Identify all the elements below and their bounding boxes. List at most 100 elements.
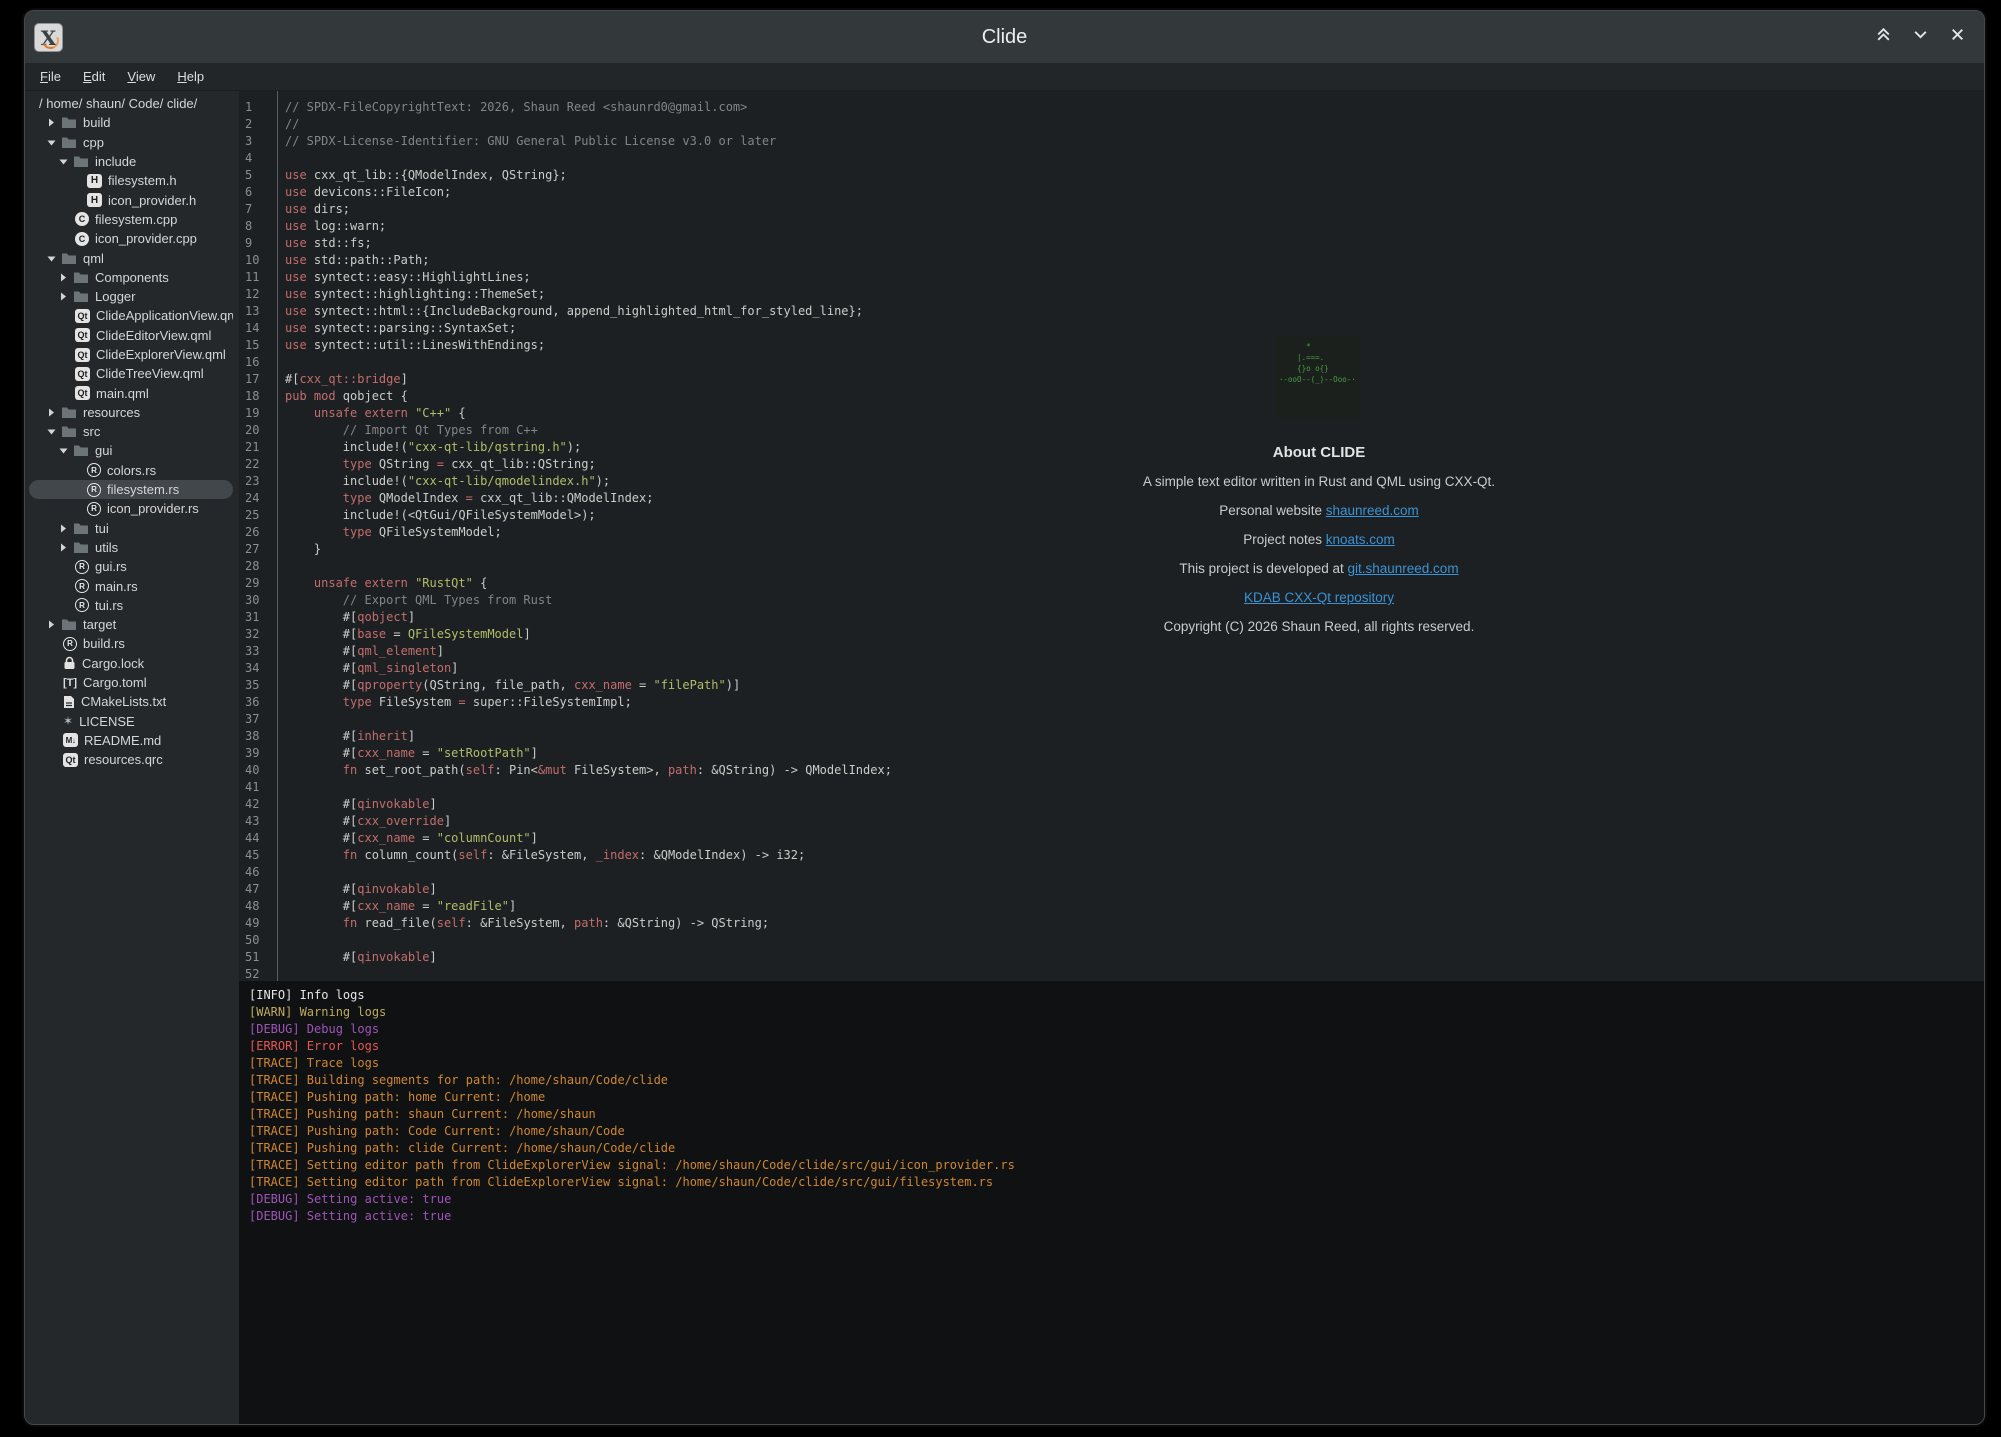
app-icon: X [34, 23, 63, 52]
minimize-button[interactable] [1909, 26, 1931, 48]
ascii-art-logo: * |.===. {}o o{} ·-ooO--(_)--Ooo-· [1277, 336, 1361, 418]
chevron-expanded-icon[interactable] [59, 446, 68, 455]
chevron-collapsed-icon[interactable] [47, 620, 56, 629]
code-line: #[qproperty(QString, file_path, cxx_name… [285, 677, 1984, 694]
title-bar[interactable]: X Clide [25, 11, 1984, 63]
tree-item-target[interactable]: target [29, 615, 233, 634]
tree-item-clideapplicationview-qml[interactable]: QtClideApplicationView.qml [29, 306, 233, 325]
chevron-expanded-icon[interactable] [47, 254, 56, 263]
line-number: 11 [245, 269, 277, 286]
tree-item-qml[interactable]: qml [29, 248, 233, 267]
tree-item-utils[interactable]: utils [29, 538, 233, 557]
line-number: 45 [245, 847, 277, 864]
line-number: 4 [245, 150, 277, 167]
tree-item-label: resources.qrc [84, 752, 163, 767]
chevron-collapsed-icon[interactable] [59, 273, 68, 282]
log-line-debug: [DEBUG] Setting active: true [249, 1191, 1984, 1208]
shade-button[interactable] [1872, 26, 1894, 48]
code-editor-pane[interactable]: 1234567891011121314151617181920212223242… [239, 91, 1984, 981]
tree-item-icon-provider-h[interactable]: Hicon_provider.h [29, 190, 233, 209]
tree-item-main-qml[interactable]: Qtmain.qml [29, 383, 233, 402]
code-line: use dirs; [285, 201, 1984, 218]
about-row-0: A simple text editor written in Rust and… [1079, 467, 1559, 496]
about-link-knoats-com[interactable]: knoats.com [1326, 532, 1395, 547]
tree-item-build[interactable]: build [29, 113, 233, 132]
menu-edit[interactable]: Edit [80, 67, 108, 86]
tree-item-icon-provider-cpp[interactable]: Cicon_provider.cpp [29, 229, 233, 248]
tree-item-src[interactable]: src [29, 422, 233, 441]
tree-item-tui[interactable]: tui [29, 519, 233, 538]
log-line-trace: [TRACE] Pushing path: shaun Current: /ho… [249, 1106, 1984, 1123]
chevron-expanded-icon[interactable] [47, 427, 56, 436]
tree-item-icon-provider-rs[interactable]: Ricon_provider.rs [29, 499, 233, 518]
log-panel[interactable]: [INFO] Info logs[WARN] Warning logs[DEBU… [239, 981, 1984, 1424]
tree-item-clidetreeview-qml[interactable]: QtClideTreeView.qml [29, 364, 233, 383]
chevron-collapsed-icon[interactable] [59, 543, 68, 552]
menu-view[interactable]: View [124, 67, 158, 86]
tree-item-cpp[interactable]: cpp [29, 133, 233, 152]
chevron-collapsed-icon[interactable] [47, 408, 56, 417]
line-number: 25 [245, 507, 277, 524]
tree-item-gui[interactable]: gui [29, 441, 233, 460]
folder-icon [61, 136, 77, 149]
about-link-kdab-cxx-qt-repository[interactable]: KDAB CXX-Qt repository [1244, 590, 1394, 605]
tree-item-clideexplorerview-qml[interactable]: QtClideExplorerView.qml [29, 345, 233, 364]
line-number: 17 [245, 371, 277, 388]
line-number: 38 [245, 728, 277, 745]
about-link-shaunreed-com[interactable]: shaunreed.com [1326, 503, 1419, 518]
tree-item-gui-rs[interactable]: Rgui.rs [29, 557, 233, 576]
tree-item-components[interactable]: Components [29, 268, 233, 287]
tree-item-resources-qrc[interactable]: Qtresources.qrc [29, 750, 233, 769]
line-number: 18 [245, 388, 277, 405]
file-tree-sidebar[interactable]: / home/ shaun/ Code/ clide/buildcppinclu… [25, 91, 239, 1424]
app-window: X Clide File Edit View Help / home/ shaun/ … [24, 10, 1985, 1425]
tree-item-label: main.qml [96, 386, 149, 401]
tree-item-label: Cargo.lock [82, 656, 144, 671]
tree-item-license[interactable]: ✶LICENSE [29, 712, 233, 731]
menu-file[interactable]: File [37, 67, 64, 86]
tree-item-logger[interactable]: Logger [29, 287, 233, 306]
line-number: 5 [245, 167, 277, 184]
tree-item-cargo-toml[interactable]: [T]Cargo.toml [29, 673, 233, 692]
close-icon [1949, 26, 1966, 48]
chevron-expanded-icon[interactable] [59, 157, 68, 166]
tree-item-tui-rs[interactable]: Rtui.rs [29, 596, 233, 615]
line-number: 33 [245, 643, 277, 660]
close-button[interactable] [1946, 26, 1968, 48]
tree-item-label: README.md [84, 733, 161, 748]
txt-file-icon [63, 695, 75, 709]
menu-help[interactable]: Help [174, 67, 207, 86]
tree-item-colors-rs[interactable]: Rcolors.rs [29, 461, 233, 480]
code-line [285, 150, 1984, 167]
chevron-expanded-icon[interactable] [47, 138, 56, 147]
tree-item-include[interactable]: include [29, 152, 233, 171]
tree-item-label: build.rs [83, 636, 125, 651]
tree-item-build-rs[interactable]: Rbuild.rs [29, 634, 233, 653]
tree-item-filesystem-h[interactable]: Hfilesystem.h [29, 171, 233, 190]
code-line: fn set_root_path(self: Pin<&mut FileSyst… [285, 762, 1984, 779]
folder-icon [61, 116, 77, 129]
about-link-git-shaunreed-com[interactable]: git.shaunreed.com [1348, 561, 1459, 576]
code-line [285, 932, 1984, 949]
about-row-2: Project notes knoats.com [1079, 525, 1559, 554]
tree-item-cmakelists-txt[interactable]: CMakeLists.txt [29, 692, 233, 711]
tree-item-resources[interactable]: resources [29, 403, 233, 422]
tree-item-label: gui.rs [95, 559, 127, 574]
chevron-collapsed-icon[interactable] [47, 118, 56, 127]
log-line-trace: [TRACE] Setting editor path from ClideEx… [249, 1157, 1984, 1174]
tree-item-readme-md[interactable]: M↓README.md [29, 731, 233, 750]
tree-item-label: filesystem.h [108, 173, 177, 188]
tree-item-filesystem-cpp[interactable]: Cfilesystem.cpp [29, 210, 233, 229]
tree-item-label: ClideExplorerView.qml [96, 347, 226, 362]
line-number: 15 [245, 337, 277, 354]
tree-item-clideeditorview-qml[interactable]: QtClideEditorView.qml [29, 326, 233, 345]
line-number: 26 [245, 524, 277, 541]
code-line: #[qinvokable] [285, 881, 1984, 898]
chevron-collapsed-icon[interactable] [59, 524, 68, 533]
rs-file-icon: R [87, 483, 101, 497]
tree-item-main-rs[interactable]: Rmain.rs [29, 576, 233, 595]
chevron-collapsed-icon[interactable] [59, 292, 68, 301]
tree-item-cargo-lock[interactable]: Cargo.lock [29, 654, 233, 673]
line-number: 46 [245, 864, 277, 881]
tree-item-filesystem-rs[interactable]: Rfilesystem.rs [29, 480, 233, 499]
